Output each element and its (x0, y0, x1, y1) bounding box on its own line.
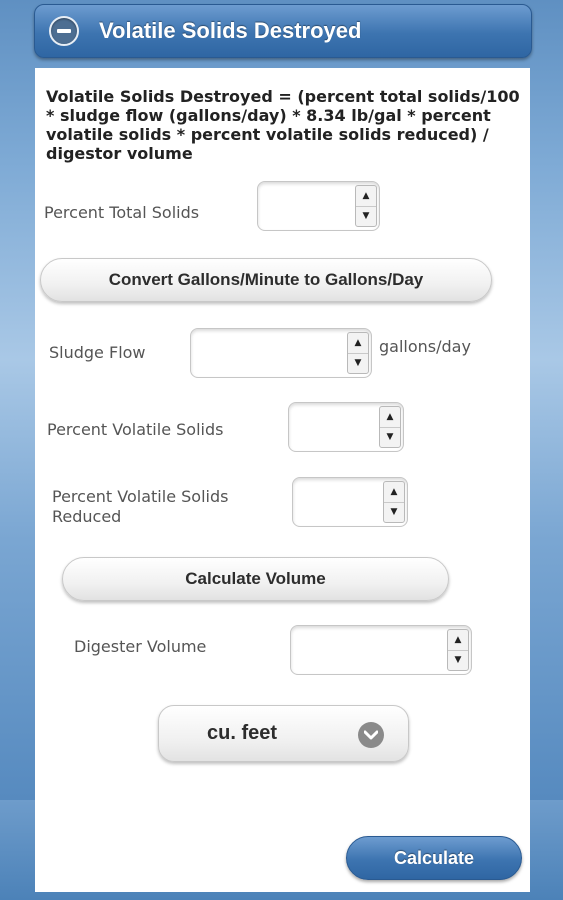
digester-volume-label: Digester Volume (74, 637, 207, 656)
arrow-down-icon[interactable]: ▼ (384, 501, 404, 523)
spinner[interactable]: ▲ ▼ (383, 481, 405, 523)
percent-volatile-solids-reduced-label: Percent Volatile Solids Reduced (52, 487, 229, 526)
percent-volatile-solids-input[interactable]: ▲ ▼ (288, 402, 404, 452)
unit-select-value: cu. feet (207, 722, 278, 744)
arrow-up-icon[interactable]: ▲ (348, 333, 368, 353)
arrow-up-icon[interactable]: ▲ (356, 186, 376, 206)
sludge-flow-unit: gallons/day (379, 337, 471, 356)
calculate-volume-button[interactable]: Calculate Volume (62, 557, 449, 601)
digester-volume-input[interactable]: ▲ ▼ (290, 625, 472, 675)
spinner[interactable]: ▲ ▼ (447, 629, 469, 671)
percent-total-solids-label: Percent Total Solids (44, 203, 200, 222)
percent-volatile-solids-reduced-input[interactable]: ▲ ▼ (292, 477, 408, 527)
percent-volatile-solids-label: Percent Volatile Solids (47, 420, 224, 439)
spinner[interactable]: ▲ ▼ (347, 332, 369, 374)
arrow-down-icon[interactable]: ▼ (356, 205, 376, 227)
arrow-down-icon[interactable]: ▼ (348, 352, 368, 374)
section-header[interactable]: Volatile Solids Destroyed (34, 4, 532, 58)
percent-total-solids-input[interactable]: ▲ ▼ (257, 181, 380, 231)
formula-text: Volatile Solids Destroyed = (percent tot… (46, 87, 520, 163)
unit-select[interactable]: cu. feet (158, 705, 409, 762)
sludge-flow-input[interactable]: ▲ ▼ (190, 328, 372, 378)
chevron-down-icon (358, 722, 384, 748)
arrow-down-icon[interactable]: ▼ (380, 426, 400, 448)
arrow-up-icon[interactable]: ▲ (384, 482, 404, 502)
spinner[interactable]: ▲ ▼ (379, 406, 401, 448)
sludge-flow-label: Sludge Flow (49, 343, 146, 362)
arrow-up-icon[interactable]: ▲ (380, 407, 400, 427)
calculate-button[interactable]: Calculate (346, 836, 522, 880)
section-title: Volatile Solids Destroyed (99, 18, 362, 43)
spinner[interactable]: ▲ ▼ (355, 185, 377, 227)
arrow-up-icon[interactable]: ▲ (448, 630, 468, 650)
arrow-down-icon[interactable]: ▼ (448, 649, 468, 671)
minus-circle-icon[interactable] (49, 16, 79, 46)
convert-gallons-button[interactable]: Convert Gallons/Minute to Gallons/Day (40, 258, 492, 302)
